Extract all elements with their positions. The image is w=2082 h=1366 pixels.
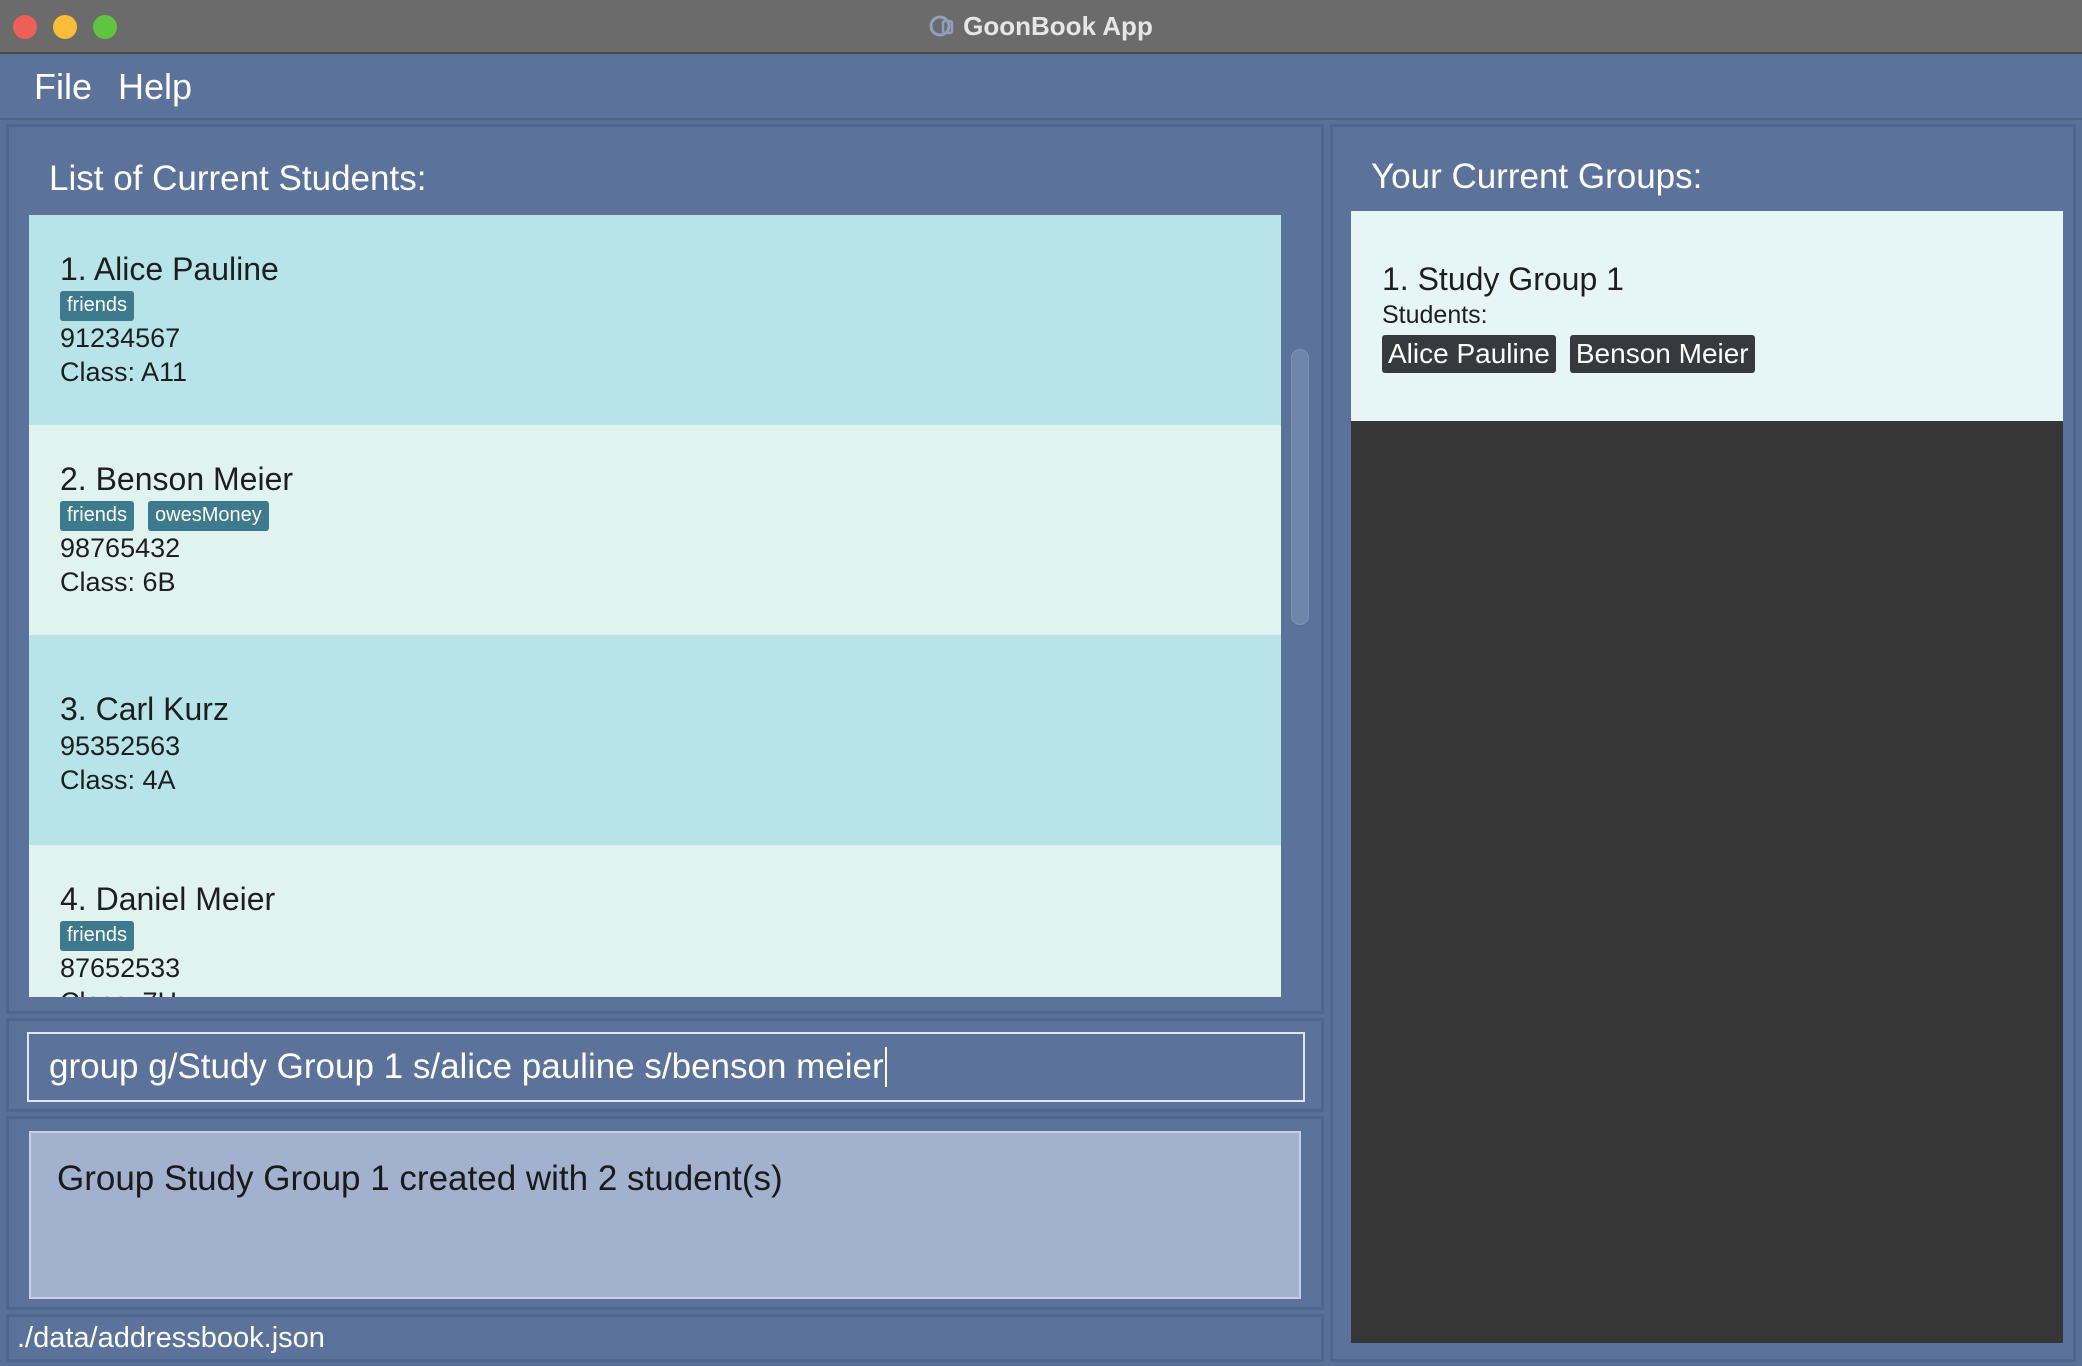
window-title: GoonBook App [963,10,1153,41]
group-list-title: Your Current Groups: [1371,157,1703,196]
student-list[interactable]: 1. Alice Pauline friends 91234567 Class:… [29,215,1281,997]
student-name: 4. Daniel Meier [60,881,276,917]
student-phone: 98765432 [60,533,181,563]
student-phone: 95352563 [60,731,181,761]
student-tag: friends [60,501,135,531]
student-name: 3. Carl Kurz [60,691,229,727]
group-name: 1. Study Group 1 [1382,261,1624,297]
student-class: Class: 6B [60,567,176,597]
student-card[interactable]: 2. Benson Meier friends owesMoney 987654… [29,425,1281,635]
command-box-panel: group g/Study Group 1 s/alice pauline s/… [6,1018,1324,1112]
group-students-label: Students: [1382,301,1488,329]
student-card[interactable]: 3. Carl Kurz 95352563 Class: 4A [29,635,1281,845]
student-list-scrollbar[interactable] [1287,217,1313,997]
student-phone: 87652533 [60,953,181,983]
student-tags: friends owesMoney [60,501,1281,531]
status-bar: ./data/addressbook.json [6,1314,1324,1362]
result-display-panel: Group Study Group 1 created with 2 stude… [6,1116,1324,1310]
menu-file[interactable]: File [34,66,112,108]
group-list[interactable]: 1. Study Group 1 Students: Alice Pauline… [1351,211,2063,1343]
student-name: 1. Alice Pauline [60,251,279,287]
result-display[interactable]: Group Study Group 1 created with 2 stude… [29,1131,1301,1299]
student-tag: friends [60,921,135,951]
student-class: Class: 4A [60,765,176,795]
student-tag: owesMoney [148,501,269,531]
text-caret [884,1047,887,1087]
command-input-text: group g/Study Group 1 s/alice pauline s/… [49,1047,884,1086]
title-bar: GoonBook App [0,0,2082,54]
group-members: Alice Pauline Benson Meier [1382,335,2063,373]
app-logo-icon [929,13,955,39]
student-list-title: List of Current Students: [49,159,427,198]
student-phone: 91234567 [60,323,181,353]
menu-bar: File Help [0,56,2082,120]
student-tags: friends [60,291,1281,321]
student-class: Class: A11 [60,357,188,387]
command-input[interactable]: group g/Study Group 1 s/alice pauline s/… [27,1032,1305,1102]
group-list-panel: Your Current Groups: 1. Study Group 1 St… [1330,124,2076,1362]
scrollbar-thumb[interactable] [1291,349,1309,625]
student-tags: friends [60,921,1281,951]
save-file-path: ./data/addressbook.json [17,1321,325,1354]
student-card[interactable]: 4. Daniel Meier friends 87652533 Class: … [29,845,1281,997]
group-member-tag: Benson Meier [1569,335,1755,373]
student-class: Class: 7H [60,985,1281,997]
menu-help[interactable]: Help [118,66,212,108]
result-message: Group Study Group 1 created with 2 stude… [57,1159,783,1198]
group-member-tag: Alice Pauline [1382,335,1556,373]
window-title-group: GoonBook App [0,0,2082,52]
student-name: 2. Benson Meier [60,461,294,497]
group-card[interactable]: 1. Study Group 1 Students: Alice Pauline… [1351,211,2063,421]
student-card[interactable]: 1. Alice Pauline friends 91234567 Class:… [29,215,1281,425]
student-tag: friends [60,291,135,321]
student-list-panel: List of Current Students: 1. Alice Pauli… [6,124,1324,1014]
